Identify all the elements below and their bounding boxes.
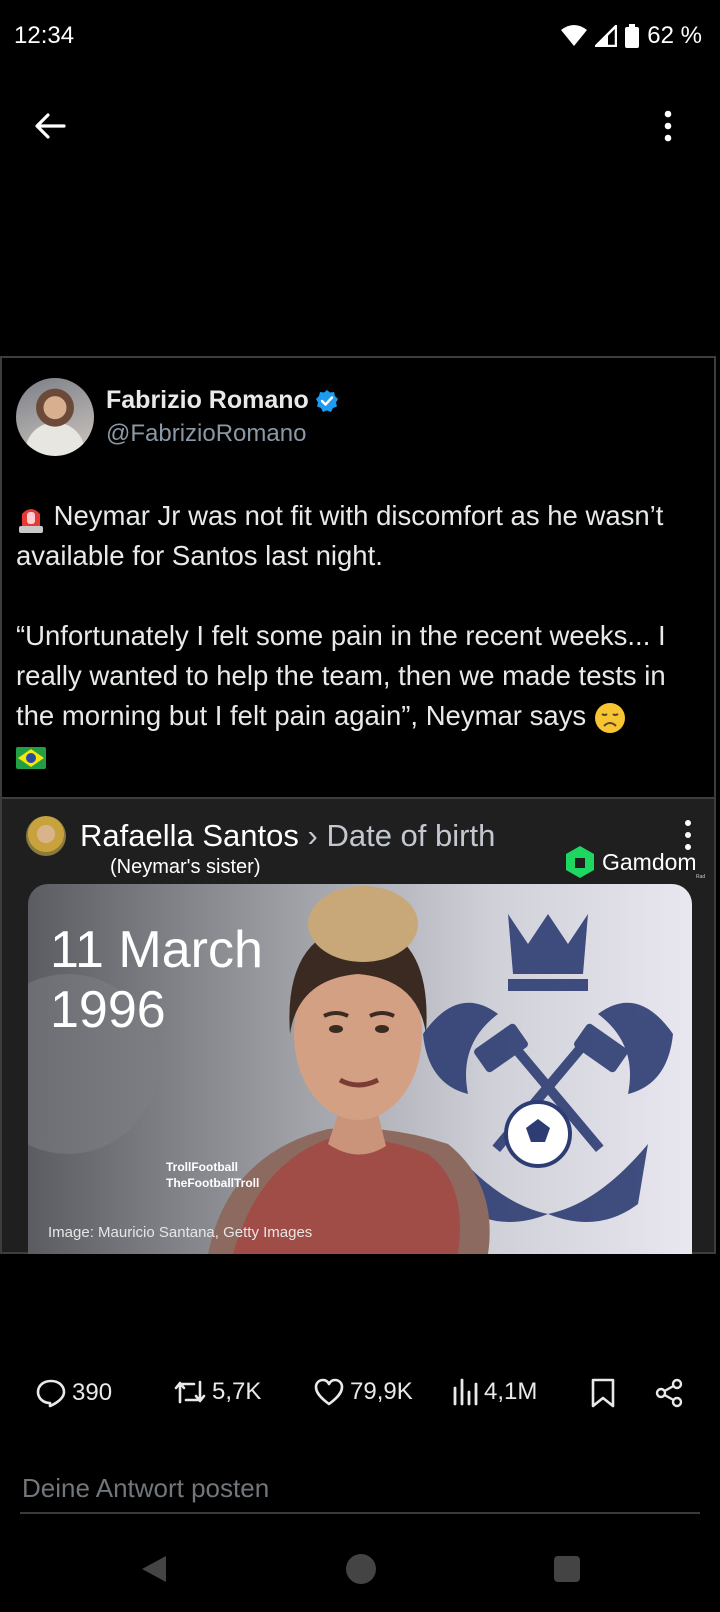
system-home-button[interactable] [346, 1554, 376, 1584]
bookmark-button[interactable] [590, 1378, 616, 1408]
back-button[interactable] [28, 104, 72, 148]
reply-icon [36, 1379, 66, 1408]
bookmark-icon [591, 1378, 615, 1408]
disappointed-face-emoji-icon [594, 702, 625, 733]
arrow-left-icon [35, 113, 66, 139]
watermark-instagram: TheFootballTroll [166, 1176, 260, 1190]
media-date-year: 1996 [50, 981, 166, 1039]
media-title-name: Rafaella Santos [80, 818, 299, 853]
media-date-day: 11 March [50, 921, 263, 979]
views-button[interactable]: 4,1M [452, 1378, 537, 1406]
media-thumbnail [26, 816, 66, 856]
brand-name: Gamdom [602, 848, 697, 875]
signal-icon [595, 25, 618, 47]
author-name-text: Fabrizio Romano [106, 386, 309, 414]
image-credit: Image: Mauricio Santana, Getty Images [48, 1224, 313, 1241]
tweet-text: Neymar Jr was not fit with discomfort as… [16, 496, 706, 776]
brazil-flag-emoji-icon [16, 746, 46, 769]
more-options-button[interactable] [646, 104, 690, 148]
system-recents-button[interactable] [554, 1556, 580, 1582]
verified-badge-icon [315, 389, 338, 412]
wifi-icon [561, 25, 588, 46]
reply-button[interactable]: 390 [36, 1378, 112, 1408]
like-count: 79,9K [350, 1378, 413, 1405]
author-handle[interactable]: @FabrizioRomano [106, 420, 306, 448]
heart-icon [314, 1378, 344, 1406]
media-title: Rafaella Santos › Date of birth [80, 818, 495, 854]
retweet-icon [174, 1380, 206, 1404]
watermark-twitter: TrollFootball [166, 1160, 238, 1174]
author-name[interactable]: Fabrizio Romano [106, 386, 339, 415]
media-title-crumb: Date of birth [326, 818, 496, 853]
system-back-icon[interactable] [140, 1554, 168, 1584]
reply-count: 390 [72, 1379, 113, 1406]
battery-icon [625, 24, 640, 48]
retweet-count: 5,7K [212, 1378, 262, 1405]
gamdom-logo-icon [566, 846, 594, 878]
battery-percent: 62 % [647, 22, 702, 49]
retweet-button[interactable]: 5,7K [174, 1378, 261, 1406]
tweet-paragraph-1-text: Neymar Jr was not fit with discomfort as… [16, 500, 664, 571]
more-vertical-icon [664, 110, 672, 142]
media-subtitle: (Neymar's sister) [110, 856, 261, 878]
views-count: 4,1M [484, 1378, 538, 1405]
views-chart-icon [453, 1378, 478, 1406]
author-avatar[interactable] [16, 378, 94, 456]
share-icon [655, 1378, 683, 1408]
siren-emoji-icon [19, 508, 43, 533]
brand-subtext: Rad [696, 874, 706, 880]
tweet-paragraph-1: Neymar Jr was not fit with discomfort as… [16, 496, 706, 576]
like-button[interactable]: 79,9K [314, 1378, 413, 1406]
status-icons: 62 % [561, 22, 702, 50]
brand-logo: Gamdom [566, 846, 697, 878]
media-title-separator: › [307, 818, 318, 853]
share-button[interactable] [654, 1378, 684, 1408]
tweet-paragraph-2: “Unfortunately I felt some pain in the r… [16, 616, 706, 776]
reply-input[interactable] [20, 1464, 700, 1514]
tweet-paragraph-2-text: “Unfortunately I felt some pain in the r… [16, 620, 666, 731]
status-time: 12:34 [14, 22, 75, 49]
